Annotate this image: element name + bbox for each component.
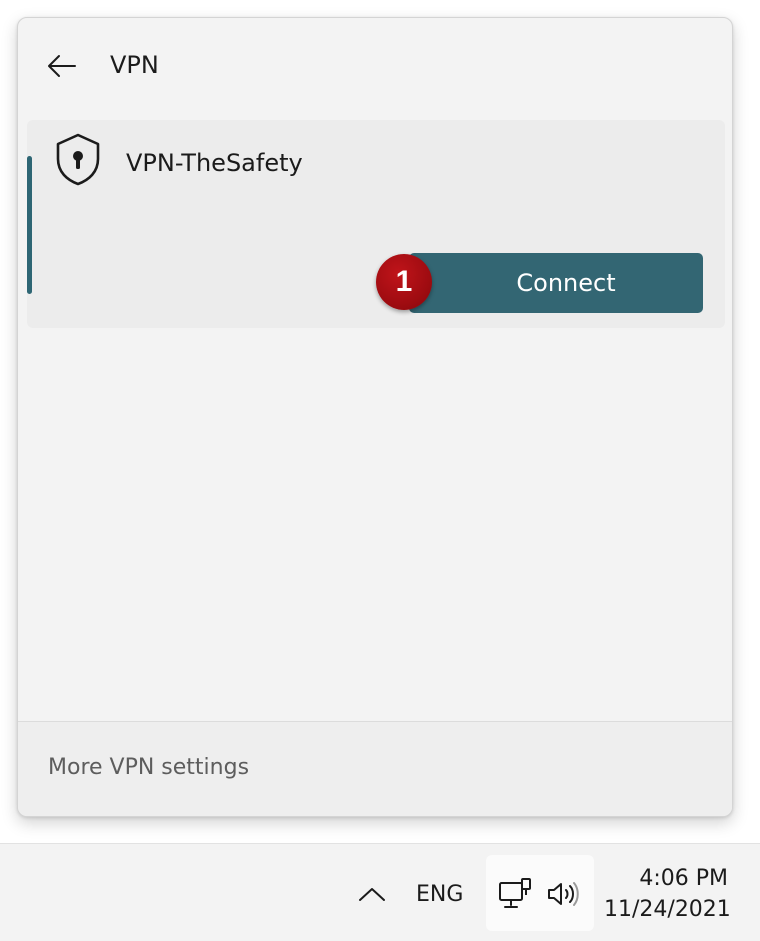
input-language-indicator[interactable]: ENG [416,880,463,910]
taskbar: ENG 4:06 PM 11/24/2021 [0,843,760,941]
quick-settings-button[interactable] [486,855,594,931]
vpn-flyout: VPN VPN-TheSafety Connect 1 More VPN set… [17,17,733,817]
clock-date: 11/24/2021 [604,897,731,922]
flyout-title: VPN [110,51,159,79]
flyout-header: VPN [18,18,732,114]
vpn-connection-name: VPN-TheSafety [126,149,303,177]
selection-indicator [27,156,32,294]
arrow-left-icon [48,55,76,77]
back-button[interactable] [40,46,84,86]
clock-time: 4:06 PM [639,866,728,891]
flyout-footer: More VPN settings [18,721,732,816]
more-vpn-settings-link[interactable]: More VPN settings [48,752,249,784]
chevron-up-icon [359,888,385,901]
step-number-badge: 1 [376,254,432,310]
speaker-icon [548,882,579,906]
show-hidden-icons-button[interactable] [354,880,390,908]
wired-network-icon [499,878,531,908]
clock-button[interactable]: 4:06 PM 11/24/2021 [604,863,731,925]
shield-keyhole-icon [56,133,100,186]
connect-button[interactable]: Connect [409,253,703,313]
vpn-connection-item[interactable]: VPN-TheSafety Connect 1 [27,120,725,328]
